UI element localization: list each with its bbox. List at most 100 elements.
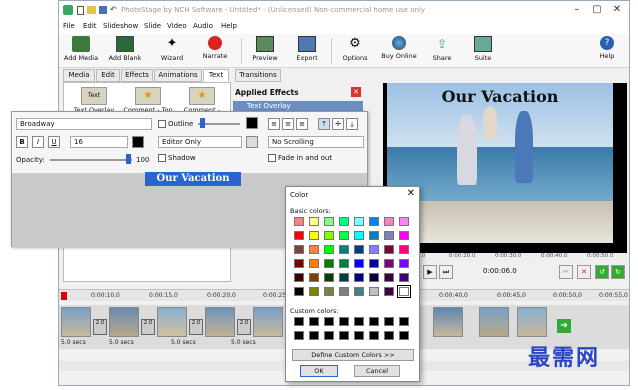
bold-button[interactable]: B xyxy=(16,136,28,148)
rotate-left-button[interactable]: ↺ xyxy=(595,265,609,279)
close-button[interactable]: ✕ xyxy=(609,3,625,17)
suite-button[interactable]: Suite xyxy=(467,36,499,66)
play-button[interactable]: ▶ xyxy=(423,265,437,279)
color-swatch[interactable] xyxy=(294,259,304,268)
remove-effect-button[interactable]: ✕ xyxy=(351,87,361,97)
color-swatch[interactable] xyxy=(324,245,334,254)
color-swatch[interactable] xyxy=(399,217,409,226)
transition-block[interactable]: 2.0 xyxy=(237,319,251,335)
help-button[interactable]: ? Help xyxy=(593,36,621,66)
open-icon[interactable] xyxy=(87,6,96,14)
color-swatch[interactable] xyxy=(309,217,319,226)
effect-text-overlay[interactable]: Text Text Overlay xyxy=(66,87,122,114)
cancel-button[interactable]: Cancel xyxy=(354,365,400,377)
narrate-button[interactable]: Narrate xyxy=(197,36,233,66)
custom-color-slot[interactable] xyxy=(294,317,304,326)
transition-block[interactable]: 2.0 xyxy=(93,319,107,335)
fade-checkbox[interactable] xyxy=(268,154,276,162)
color-swatch[interactable] xyxy=(339,287,349,296)
color-swatch[interactable] xyxy=(294,231,304,240)
underline-button[interactable]: U xyxy=(48,136,60,148)
color-swatch[interactable] xyxy=(399,245,409,254)
share-button[interactable]: ⇪ Share xyxy=(425,36,459,66)
color-swatch[interactable] xyxy=(309,287,319,296)
color-swatch[interactable] xyxy=(354,231,364,240)
color-swatch[interactable] xyxy=(397,285,411,298)
color-swatch[interactable] xyxy=(309,273,319,282)
effect-comment-top[interactable]: ★ Comment - Top xyxy=(120,87,176,114)
custom-color-slot[interactable] xyxy=(369,317,379,326)
export-button[interactable]: Export xyxy=(291,36,323,66)
shadow-color-button[interactable] xyxy=(246,136,258,148)
color-swatch[interactable] xyxy=(339,245,349,254)
delete-button[interactable]: ✕ xyxy=(577,265,591,279)
custom-color-slot[interactable] xyxy=(384,331,394,340)
custom-color-slot[interactable] xyxy=(354,317,364,326)
wizard-button[interactable]: ✦ Wizard xyxy=(155,36,189,66)
color-swatch[interactable] xyxy=(384,259,394,268)
menu-edit[interactable]: Edit xyxy=(83,22,97,30)
italic-button[interactable]: I xyxy=(32,136,44,148)
add-slide-arrow-icon[interactable]: ➔ xyxy=(557,319,571,333)
save-icon[interactable] xyxy=(99,6,107,14)
custom-color-slot[interactable] xyxy=(339,317,349,326)
color-swatch[interactable] xyxy=(354,217,364,226)
font-select[interactable]: Broadway xyxy=(16,118,152,130)
display-mode-select[interactable]: Editor Only xyxy=(158,136,242,148)
timeline-clip[interactable] xyxy=(433,307,463,337)
color-swatch[interactable] xyxy=(399,273,409,282)
tab-effects[interactable]: Effects xyxy=(121,69,153,82)
custom-color-slot[interactable] xyxy=(309,317,319,326)
color-swatch[interactable] xyxy=(339,217,349,226)
color-swatch[interactable] xyxy=(384,217,394,226)
color-swatch[interactable] xyxy=(384,245,394,254)
color-swatch[interactable] xyxy=(309,259,319,268)
effect-comment[interactable]: ★ Comment - xyxy=(174,87,230,114)
rotate-right-button[interactable]: ↻ xyxy=(611,265,625,279)
color-swatch[interactable] xyxy=(309,231,319,240)
timeline-clip[interactable] xyxy=(479,307,509,337)
tab-media[interactable]: Media xyxy=(63,69,95,82)
ok-button[interactable]: OK xyxy=(300,365,338,377)
color-swatch[interactable] xyxy=(369,259,379,268)
add-blank-button[interactable]: Add Blank xyxy=(105,36,145,66)
align-center-button[interactable]: ≡ xyxy=(282,118,294,130)
scrolling-select[interactable]: No Scrolling xyxy=(268,136,364,148)
new-icon[interactable] xyxy=(77,6,84,15)
color-swatch[interactable] xyxy=(369,273,379,282)
color-swatch[interactable] xyxy=(399,231,409,240)
color-swatch[interactable] xyxy=(354,287,364,296)
color-swatch[interactable] xyxy=(324,287,334,296)
shadow-checkbox[interactable] xyxy=(158,154,166,162)
minimize-button[interactable]: – xyxy=(569,3,585,17)
menu-file[interactable]: File xyxy=(63,22,75,30)
color-swatch[interactable] xyxy=(294,217,304,226)
align-top-button[interactable]: ⤒ xyxy=(318,118,330,130)
align-right-button[interactable]: ≡ xyxy=(296,118,308,130)
color-swatch[interactable] xyxy=(399,259,409,268)
color-swatch[interactable] xyxy=(324,259,334,268)
timeline-clip[interactable] xyxy=(61,307,91,337)
color-swatch[interactable] xyxy=(339,259,349,268)
options-button[interactable]: ⚙ Options xyxy=(337,36,373,66)
quick-access-icons[interactable]: ↶ xyxy=(77,6,117,15)
color-swatch[interactable] xyxy=(354,273,364,282)
menu-video[interactable]: Video xyxy=(167,22,187,30)
maximize-button[interactable]: ▢ xyxy=(589,3,605,17)
color-swatch[interactable] xyxy=(339,273,349,282)
playhead[interactable] xyxy=(61,292,67,300)
buy-online-button[interactable]: Buy Online xyxy=(377,36,421,66)
timeline-clip[interactable] xyxy=(253,307,283,337)
color-swatch[interactable] xyxy=(339,231,349,240)
custom-color-slot[interactable] xyxy=(324,317,334,326)
add-media-button[interactable]: Add Media xyxy=(61,36,101,66)
menu-help[interactable]: Help xyxy=(221,22,237,30)
color-swatch[interactable] xyxy=(309,245,319,254)
tab-text[interactable]: Text xyxy=(203,69,229,82)
custom-color-slot[interactable] xyxy=(339,331,349,340)
custom-color-slot[interactable] xyxy=(324,331,334,340)
close-icon[interactable]: ✕ xyxy=(407,188,415,199)
menu-slide[interactable]: Slide xyxy=(144,22,161,30)
timeline-clip[interactable] xyxy=(157,307,187,337)
outline-color-button[interactable] xyxy=(246,117,258,129)
